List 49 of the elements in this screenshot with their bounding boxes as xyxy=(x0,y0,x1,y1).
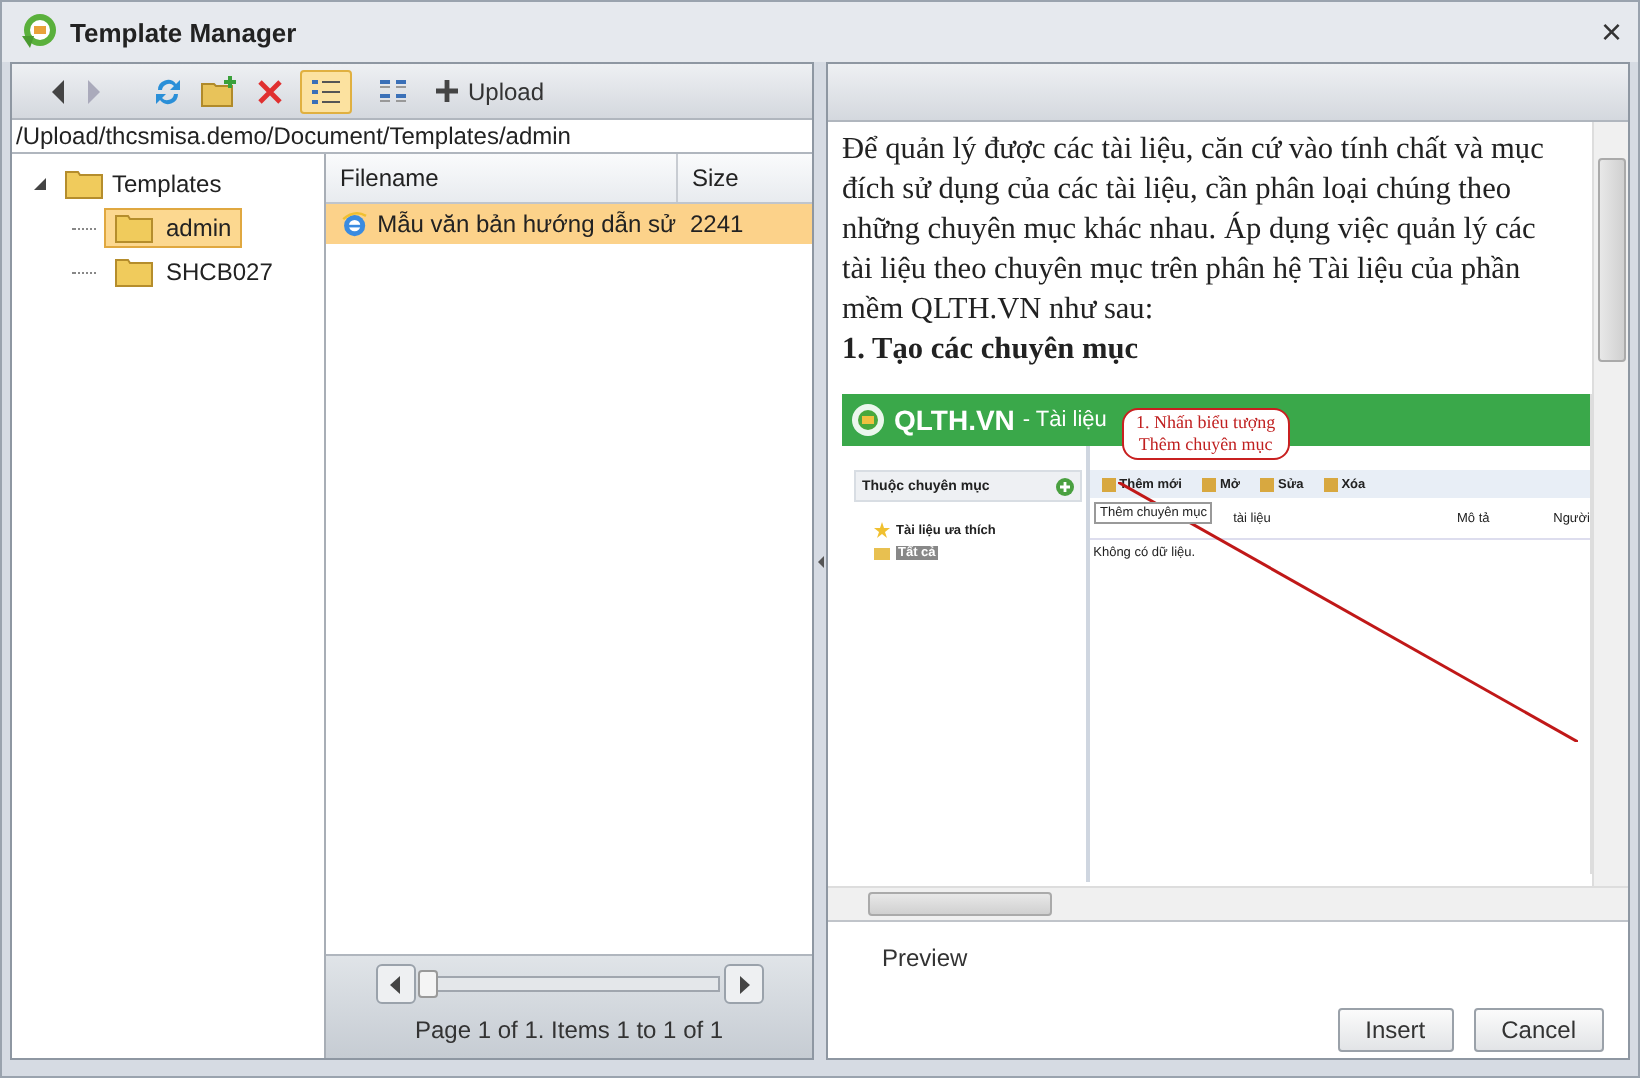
file-size: 2241 xyxy=(688,210,746,238)
caret-left-icon xyxy=(389,975,402,993)
plus-icon xyxy=(436,80,458,102)
tree-item[interactable]: SHCB027 xyxy=(104,252,283,292)
folder-icon xyxy=(64,168,104,200)
previous-page-button[interactable] xyxy=(375,964,416,1004)
list-view-icon xyxy=(310,77,342,105)
module-title: - Tài liệu xyxy=(1022,408,1107,432)
tree-item[interactable]: Templates xyxy=(112,170,222,198)
file-row[interactable]: Mẫu văn bản hướng dẫn sử 2241 xyxy=(326,204,813,244)
add-icon[interactable] xyxy=(1055,477,1074,495)
caret-right-icon xyxy=(737,975,750,993)
action-icon xyxy=(1260,477,1275,491)
cancel-button[interactable]: Cancel xyxy=(1473,1008,1604,1052)
star-icon xyxy=(874,522,890,538)
refresh-icon[interactable] xyxy=(152,75,184,107)
next-page-button[interactable] xyxy=(723,964,764,1004)
grid-view-icon xyxy=(378,77,410,105)
horizontal-scrollbar[interactable] xyxy=(828,886,1628,922)
folder-icon xyxy=(114,256,154,288)
vertical-scrollbar[interactable] xyxy=(1592,122,1628,886)
column-header[interactable]: Size xyxy=(676,154,813,202)
preview-paragraph: Để quản lý được các tài liệu, căn cứ vào tính chất và mục đích sử dụng của các tài liệu, cần phân loại chúng theo những chuyên mục khác nhau. Áp dụng việc quản lý các tài liệu theo chuyên mục trên phân hệ Tài liệu của phần mềm QLTH.VN như sau: xyxy=(842,130,1546,330)
file-name: Mẫu văn bản hướng dẫn sử xyxy=(377,210,676,238)
action-icon xyxy=(1101,477,1116,491)
delete-icon[interactable] xyxy=(256,77,284,105)
action-icon xyxy=(1323,477,1338,491)
pager-status: Page 1 of 1. Items 1 to 1 of 1 xyxy=(414,1016,724,1044)
list-view-button[interactable] xyxy=(300,69,352,113)
close-button[interactable]: × xyxy=(1600,11,1622,53)
web-document-icon xyxy=(340,206,370,242)
window-title: Template Manager xyxy=(70,17,297,47)
insert-button[interactable]: Insert xyxy=(1337,1008,1454,1052)
action-icon xyxy=(1201,477,1216,491)
column-header[interactable]: Filename xyxy=(326,164,676,192)
preview-label: Preview xyxy=(880,942,970,972)
app-logo-icon xyxy=(850,402,886,438)
slider-thumb[interactable] xyxy=(417,970,438,998)
folder-icon xyxy=(874,547,890,559)
path-field: /Upload/thcsmisa.demo/Document/Templates/admin xyxy=(12,120,813,154)
tree-item[interactable]: admin xyxy=(104,208,242,248)
new-folder-icon[interactable] xyxy=(200,75,240,107)
upload-button[interactable]: Upload xyxy=(436,77,545,105)
folder-icon xyxy=(114,212,154,244)
app-logo-icon xyxy=(18,12,58,52)
app-title: QLTH.VN xyxy=(894,404,1015,436)
callout-text: 1. Nhấn biểu tượng Thêm chuyên mục xyxy=(1136,412,1276,454)
preview-heading: 1. Tạo các chuyên mục xyxy=(842,330,1141,370)
back-arrow-icon[interactable] xyxy=(48,77,68,105)
